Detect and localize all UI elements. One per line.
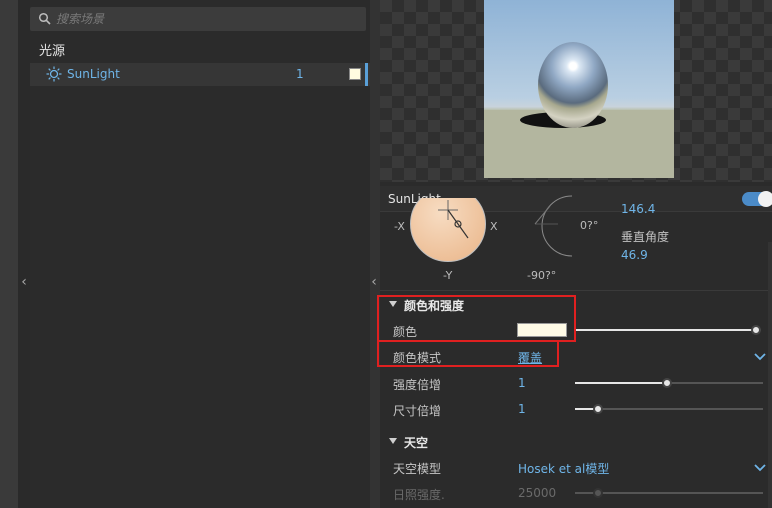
preview-render: [484, 0, 674, 178]
axis-neg-x-label: -X: [394, 220, 405, 233]
sky-model-label: 天空模型: [393, 462, 442, 476]
collapse-triangle-icon[interactable]: [389, 438, 397, 444]
light-enabled-toggle[interactable]: [742, 191, 772, 207]
color-slider-fill: [575, 329, 755, 331]
panel-divider[interactable]: [370, 0, 380, 508]
size-slider[interactable]: [575, 404, 763, 414]
left-gutter: [18, 0, 30, 508]
sky-model-select[interactable]: Hosek et al模型: [518, 460, 609, 477]
size-label: 尺寸倍增: [393, 404, 442, 418]
size-value[interactable]: 1: [518, 402, 526, 416]
gizmo-crosshair-icon: [438, 200, 469, 239]
sunlight-strength-value: 25000: [518, 486, 557, 500]
scene-panel: 光源 SunLight 1: [30, 0, 370, 508]
direction-gizmo[interactable]: [410, 198, 486, 262]
left-edge-strip: [0, 0, 18, 508]
axis-x-label: X: [490, 220, 498, 233]
toggle-knob: [758, 191, 772, 207]
selection-indicator: [365, 63, 368, 86]
horizontal-angle-value[interactable]: 146.4: [621, 202, 655, 216]
color-slider[interactable]: [575, 325, 761, 335]
highlight-box-color-intensity: [377, 295, 576, 342]
elevation-arc-icon[interactable]: [530, 194, 580, 258]
section-divider: [380, 290, 772, 291]
intensity-slider-fill: [575, 382, 667, 384]
light-count: 1: [296, 67, 304, 81]
sunlight-strength-slider-knob: [593, 488, 603, 498]
chrome-sphere: [538, 42, 608, 128]
chevron-down-icon[interactable]: [753, 463, 767, 473]
light-name: SunLight: [67, 67, 120, 81]
intensity-label: 强度倍增: [393, 378, 442, 392]
light-color-swatch: [349, 68, 361, 80]
elevation-top-label: 0?°: [580, 219, 599, 232]
intensity-slider-knob[interactable]: [662, 378, 672, 388]
group-title-lights: 光源: [39, 44, 66, 59]
search-bar: [30, 7, 366, 31]
vertical-angle-value[interactable]: 46.9: [621, 248, 648, 262]
sunlight-strength-label: 日照强度.: [393, 488, 445, 502]
vertical-angle-label: 垂直角度: [621, 230, 670, 244]
inspector-scrollbar[interactable]: [768, 242, 772, 508]
axis-neg-y-label: -Y: [443, 269, 453, 282]
color-slider-knob[interactable]: [751, 325, 761, 335]
sun-icon: [46, 66, 62, 82]
section-title-sky[interactable]: 天空: [404, 434, 428, 451]
highlight-box-color-mode: [377, 340, 559, 367]
sunlight-strength-slider: [575, 488, 763, 498]
collapse-inspector-chevron-icon[interactable]: ‹: [369, 272, 379, 292]
search-icon: [38, 12, 51, 25]
scene-list-item-sunlight[interactable]: SunLight 1: [30, 63, 370, 86]
elevation-bottom-label: -90?°: [527, 269, 557, 282]
chevron-down-icon[interactable]: [753, 352, 767, 362]
intensity-slider[interactable]: [575, 378, 763, 388]
search-input[interactable]: [56, 10, 356, 28]
size-slider-knob[interactable]: [593, 404, 603, 414]
collapse-left-panel-chevron-icon[interactable]: ‹: [18, 272, 30, 292]
inspector-panel: SunLight -X X -Y 0?° -90?° 146.4 垂直角度 46…: [377, 182, 772, 508]
intensity-value[interactable]: 1: [518, 376, 526, 390]
